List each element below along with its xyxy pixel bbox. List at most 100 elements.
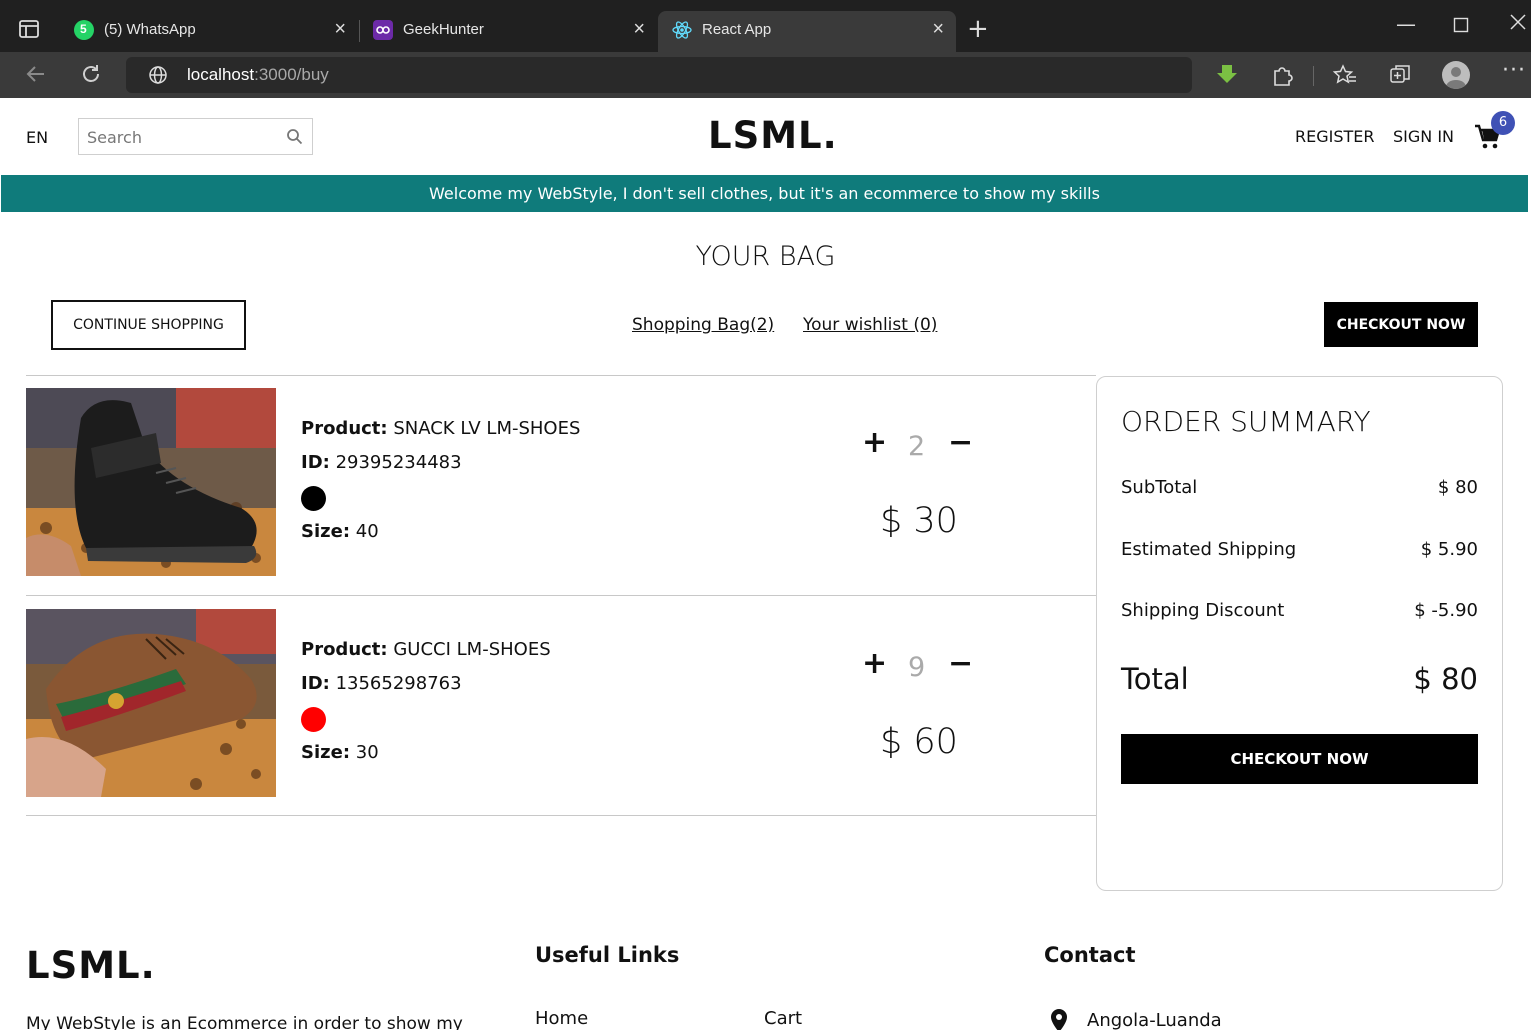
close-icon[interactable]: ×: [633, 19, 645, 39]
shipping-value: $ 5.90: [1420, 539, 1478, 560]
cart-item: Product: GUCCI LM-SHOES ID: 13565298763 …: [26, 609, 1096, 799]
search-icon[interactable]: [286, 128, 303, 145]
discount-label: Shipping Discount: [1121, 600, 1285, 621]
footer-description: My WebStyle is an Ecommerce in order to …: [26, 1014, 463, 1030]
product-name-line: Product: SNACK LV LM-SHOES: [301, 418, 580, 439]
increase-quantity-button[interactable]: +: [862, 649, 887, 679]
product-id: 29395234483: [335, 452, 462, 473]
decrease-quantity-button[interactable]: −: [948, 428, 973, 458]
product-label: Product:: [301, 639, 388, 660]
url-path: :3000/buy: [254, 65, 329, 84]
react-icon: [672, 20, 692, 40]
product-name: SNACK LV LM-SHOES: [393, 418, 581, 439]
new-tab-icon[interactable]: +: [967, 16, 989, 42]
product-image[interactable]: [26, 609, 276, 797]
tab-react-app[interactable]: React App ×: [658, 11, 956, 52]
signin-link[interactable]: SIGN IN: [1393, 127, 1454, 146]
globe-icon: [149, 66, 167, 84]
subtotal-label: SubTotal: [1121, 477, 1198, 498]
more-icon[interactable]: ···: [1502, 58, 1526, 83]
back-icon[interactable]: [24, 62, 48, 91]
quantity-value: 2: [908, 431, 926, 462]
profile-avatar[interactable]: [1442, 61, 1470, 89]
toolbar-divider: [1313, 66, 1314, 86]
wishlist-link[interactable]: Your wishlist (0): [803, 315, 937, 335]
checkout-now-button[interactable]: CHECKOUT NOW: [1121, 734, 1478, 784]
address-bar[interactable]: localhost:3000/buy: [126, 57, 1192, 93]
footer-link-cart[interactable]: Cart: [764, 1008, 802, 1029]
product-size: 30: [355, 742, 379, 763]
divider: [26, 375, 1096, 376]
tab-geekhunter[interactable]: GeekHunter ×: [359, 11, 657, 52]
total-value: $ 80: [1413, 662, 1478, 696]
window-close-icon[interactable]: [1509, 12, 1527, 36]
close-icon[interactable]: ×: [932, 19, 944, 39]
site-logo[interactable]: LSML.: [708, 114, 838, 157]
product-image[interactable]: [26, 388, 276, 576]
announcement-bar: Welcome my WebStyle, I don't sell clothe…: [1, 175, 1528, 212]
contact-title: Contact: [1044, 943, 1136, 967]
divider: [26, 595, 1096, 596]
item-price: $ 60: [880, 722, 958, 762]
product-name-line: Product: GUCCI LM-SHOES: [301, 639, 551, 660]
useful-links-title: Useful Links: [535, 943, 680, 967]
product-size-line: Size: 40: [301, 521, 379, 542]
location-pin-icon: [1051, 1009, 1067, 1030]
tab-title: (5) WhatsApp: [104, 21, 196, 38]
favorites-icon[interactable]: [1332, 62, 1358, 88]
decrease-quantity-button[interactable]: −: [948, 649, 973, 679]
tab-actions-icon[interactable]: [18, 18, 40, 40]
language-selector[interactable]: EN: [26, 128, 48, 147]
product-id-line: ID: 13565298763: [301, 673, 462, 694]
close-icon[interactable]: ×: [334, 19, 346, 39]
continue-shopping-button[interactable]: CONTINUE SHOPPING: [51, 300, 246, 350]
color-swatch: [301, 486, 326, 511]
product-label: Product:: [301, 418, 388, 439]
product-size-line: Size: 30: [301, 742, 379, 763]
id-label: ID:: [301, 673, 330, 694]
tab-title: GeekHunter: [403, 21, 484, 38]
shipping-label: Estimated Shipping: [1121, 539, 1297, 560]
discount-value: $ -5.90: [1414, 600, 1478, 621]
item-price: $ 30: [880, 501, 958, 541]
address-toolbar: localhost:3000/buy ···: [0, 52, 1531, 98]
url-text: localhost:3000/buy: [187, 65, 329, 85]
subtotal-value: $ 80: [1437, 477, 1478, 498]
shopping-bag-link[interactable]: Shopping Bag(2): [632, 315, 774, 335]
quantity-value: 9: [908, 652, 926, 683]
footer-logo: LSML.: [26, 944, 156, 987]
refresh-icon[interactable]: [79, 62, 103, 91]
register-link[interactable]: REGISTER: [1295, 127, 1375, 146]
color-swatch: [301, 707, 326, 732]
collections-icon[interactable]: [1387, 62, 1413, 88]
contact-address: Angola-Luanda: [1087, 1010, 1222, 1030]
page-title: YOUR BAG: [695, 241, 836, 272]
size-label: Size:: [301, 521, 351, 542]
cart-item: Product: SNACK LV LM-SHOES ID: 293952344…: [26, 388, 1096, 578]
size-label: Size:: [301, 742, 351, 763]
id-label: ID:: [301, 452, 330, 473]
download-icon[interactable]: [1214, 62, 1240, 88]
search-input[interactable]: [87, 126, 277, 148]
tab-whatsapp[interactable]: 5 (5) WhatsApp ×: [60, 11, 358, 52]
minimize-icon[interactable]: —: [1396, 12, 1416, 36]
tab-title: React App: [702, 21, 772, 38]
whatsapp-icon: 5: [74, 20, 94, 40]
increase-quantity-button[interactable]: +: [862, 428, 887, 458]
extensions-icon[interactable]: [1270, 62, 1296, 88]
browser-tab-bar: 5 (5) WhatsApp × GeekHunter × React App …: [0, 0, 1531, 52]
divider: [26, 815, 1096, 816]
checkout-now-button-top[interactable]: CHECKOUT NOW: [1324, 302, 1478, 347]
geekhunter-icon: [373, 20, 393, 40]
url-host: localhost: [187, 65, 255, 84]
cart-count-badge: 6: [1491, 111, 1515, 135]
order-summary: ORDER SUMMARY SubTotal $ 80 Estimated Sh…: [1096, 376, 1503, 891]
total-label: Total: [1121, 662, 1189, 696]
product-id: 13565298763: [335, 673, 462, 694]
product-id-line: ID: 29395234483: [301, 452, 462, 473]
maximize-icon[interactable]: [1453, 14, 1469, 38]
footer-link-home[interactable]: Home: [535, 1008, 588, 1029]
product-size: 40: [355, 521, 379, 542]
summary-title: ORDER SUMMARY: [1121, 405, 1371, 438]
product-name: GUCCI LM-SHOES: [393, 639, 551, 660]
